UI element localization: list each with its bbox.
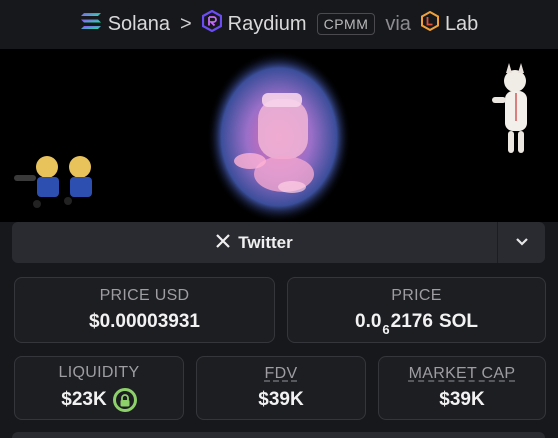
fdv-label[interactable]: FDV xyxy=(265,365,298,383)
solana-icon xyxy=(80,12,102,36)
price-usd-label: PRICE USD xyxy=(99,287,190,304)
token-banner-image xyxy=(0,49,558,222)
breadcrumb-dex-label: Raydium xyxy=(227,12,307,35)
next-section-edge xyxy=(12,432,545,438)
breadcrumb-chain[interactable]: Solana xyxy=(80,12,170,36)
fdv-card: FDV $39K xyxy=(196,356,366,420)
price-value: 0.062176 SOL xyxy=(355,311,478,337)
price-prefix: 0.0 xyxy=(355,311,382,332)
price-usd-value: $0.00003931 xyxy=(89,311,200,332)
lab-icon xyxy=(420,10,439,37)
liquidity-label: LIQUIDITY xyxy=(58,364,140,381)
price-card: PRICE 0.062176 SOL xyxy=(287,277,546,343)
breadcrumb-source[interactable]: Lab xyxy=(420,10,479,37)
price-usd-card: PRICE USD $0.00003931 xyxy=(14,277,275,343)
price-digits: 2176 xyxy=(390,311,433,332)
social-links-bar: Twitter xyxy=(12,222,545,263)
liquidity-card: LIQUIDITY $23K xyxy=(14,356,184,420)
twitter-label: Twitter xyxy=(238,232,293,252)
x-icon xyxy=(216,233,231,253)
liquidity-value-row: $23K xyxy=(61,388,137,412)
fdv-value: $39K xyxy=(258,389,304,410)
more-socials-dropdown[interactable] xyxy=(497,222,545,263)
liquidity-value: $23K xyxy=(61,389,107,410)
breadcrumb-source-label: Lab xyxy=(444,12,479,35)
price-unit: SOL xyxy=(438,311,478,332)
pool-type-badge: CPMM xyxy=(316,13,376,35)
chevron-down-icon xyxy=(515,234,529,252)
price-zero-count: 6 xyxy=(382,322,390,337)
breadcrumb-dex[interactable]: Raydium xyxy=(201,9,307,38)
via-label: via xyxy=(385,12,411,35)
twitter-button[interactable]: Twitter xyxy=(12,222,497,263)
chevron-right-icon: > xyxy=(179,12,192,35)
market-cap-value: $39K xyxy=(439,389,485,410)
market-cap-card: MARKET CAP $39K xyxy=(378,356,546,420)
price-label: PRICE xyxy=(391,287,442,304)
lock-icon[interactable] xyxy=(112,388,137,412)
breadcrumb: Solana > Raydium CPMM via Lab xyxy=(0,0,558,48)
raydium-icon xyxy=(201,9,222,38)
market-cap-label[interactable]: MARKET CAP xyxy=(409,365,516,383)
breadcrumb-chain-label: Solana xyxy=(107,12,170,35)
